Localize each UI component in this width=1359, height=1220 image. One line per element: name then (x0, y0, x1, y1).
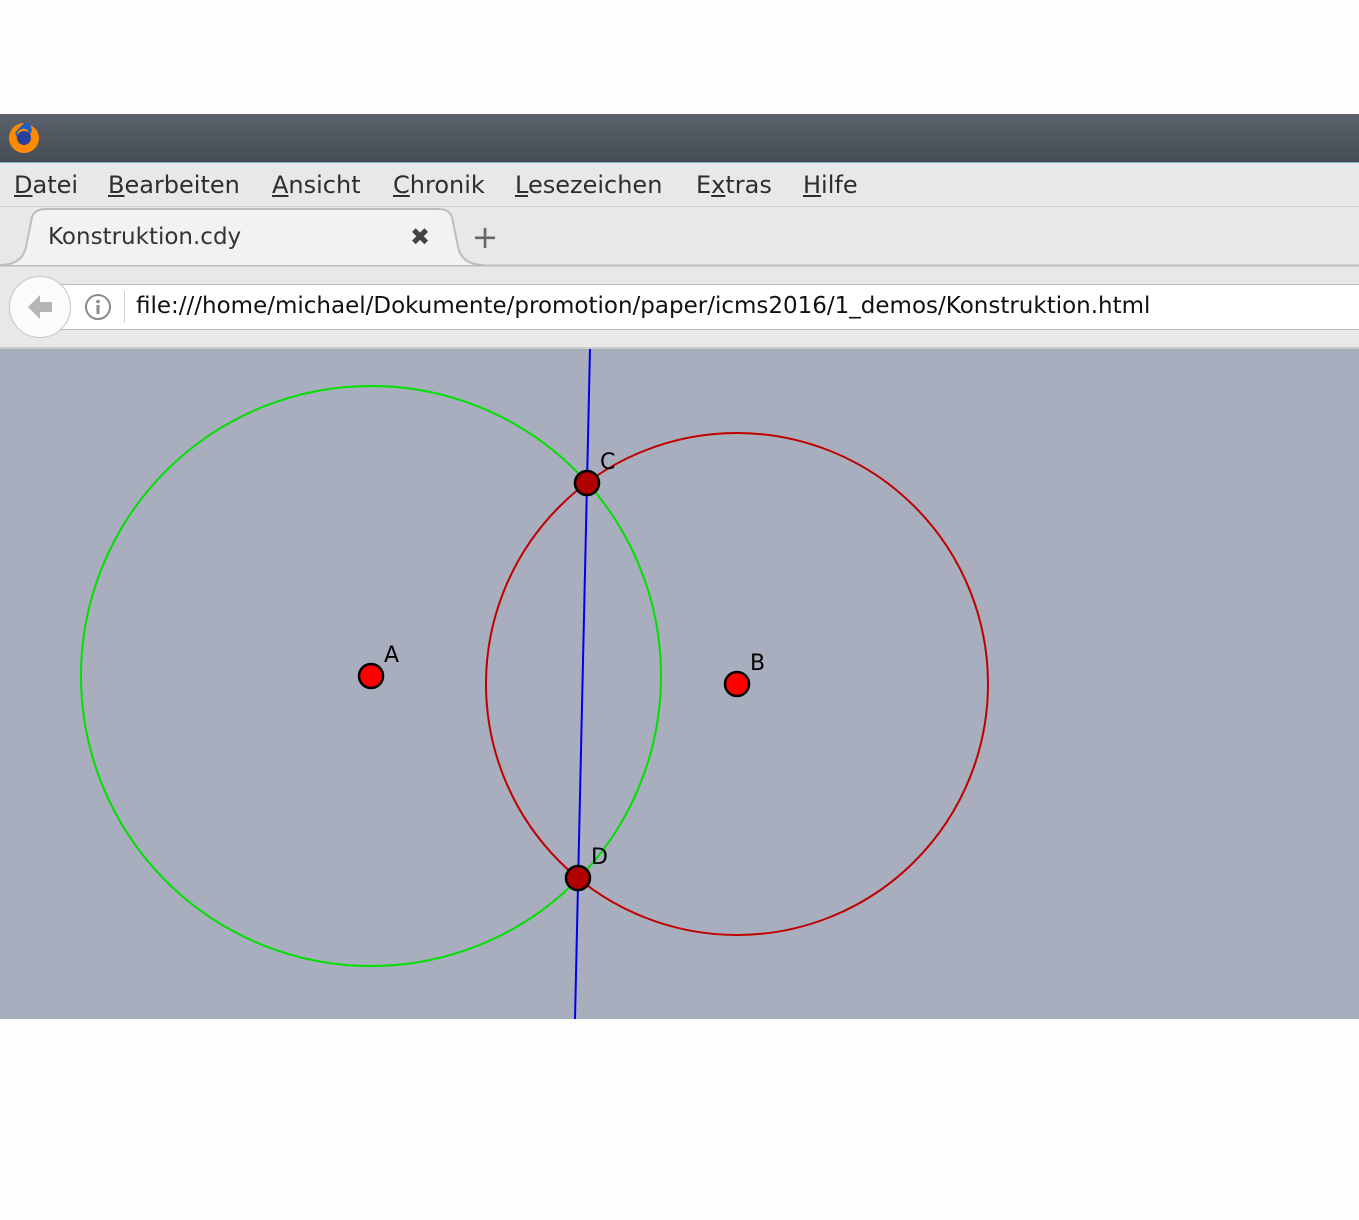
menu-hilfe[interactable]: Hilfe (803, 171, 858, 199)
point-d-label: D (591, 845, 608, 870)
point-a[interactable] (357, 662, 385, 690)
menu-extras[interactable]: Extras (696, 171, 772, 199)
new-tab-icon[interactable]: + (470, 219, 500, 255)
construction-canvas[interactable]: A B C D (0, 349, 1359, 1019)
site-info-icon[interactable] (84, 293, 112, 321)
back-arrow-icon (28, 295, 52, 319)
menu-lesezeichen[interactable]: Lesezeichen (515, 171, 662, 199)
navigation-toolbar: file:///home/michael/Dokumente/promotion… (0, 267, 1359, 349)
firefox-logo-icon (9, 123, 39, 153)
point-d[interactable] (564, 864, 592, 892)
url-text[interactable]: file:///home/michael/Dokumente/promotion… (136, 293, 1150, 319)
point-a-label: A (384, 643, 399, 668)
tab-title[interactable]: Konstruktion.cdy (48, 224, 241, 250)
point-b[interactable] (723, 670, 751, 698)
back-button[interactable] (9, 276, 71, 338)
point-c-label: C (600, 450, 615, 475)
menu-datei[interactable]: Datei (14, 171, 78, 199)
url-separator (124, 291, 125, 323)
menu-chronik[interactable]: Chronik (393, 171, 485, 199)
point-c[interactable] (573, 469, 601, 497)
point-b-label: B (750, 651, 765, 676)
menu-bar: Datei Bearbeiten Ansicht Chronik Lesezei… (0, 163, 1359, 207)
construction-drawing[interactable]: A B C D (0, 349, 1359, 1019)
menu-bearbeiten[interactable]: Bearbeiten (108, 171, 240, 199)
menu-ansicht[interactable]: Ansicht (272, 171, 361, 199)
window-titlebar (0, 114, 1359, 163)
tab-strip: Konstruktion.cdy ✖ + (0, 207, 1359, 267)
line-cd (574, 349, 591, 1019)
tab-close-icon[interactable]: ✖ (407, 224, 433, 250)
